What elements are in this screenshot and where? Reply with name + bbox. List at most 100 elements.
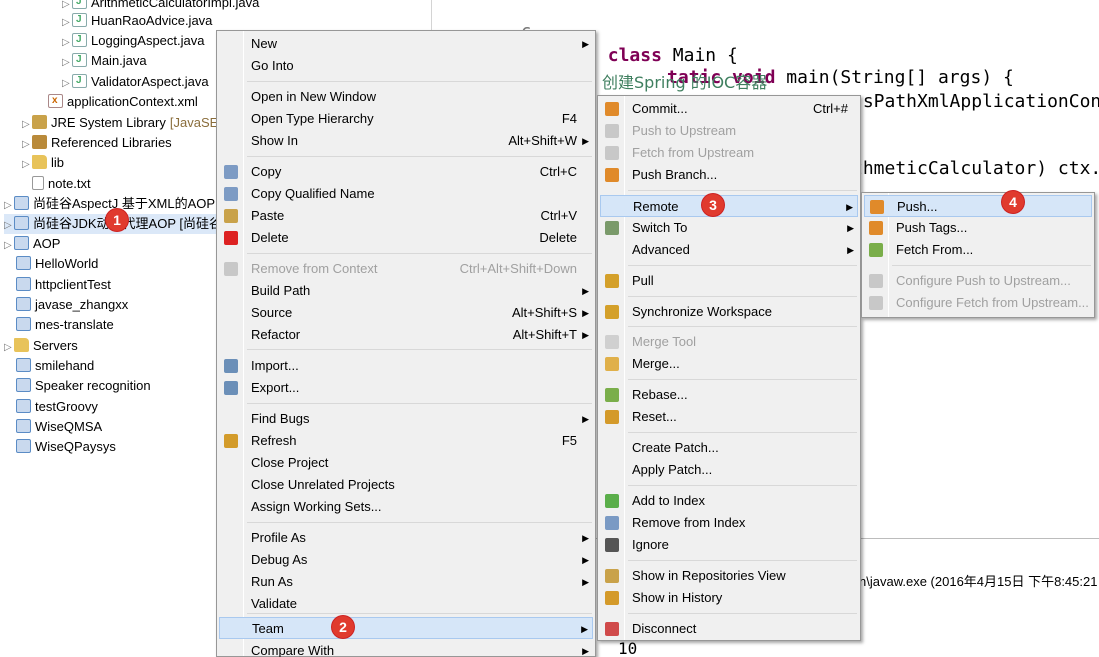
menu-item-import[interactable]: Import... xyxy=(219,355,593,377)
menu-item-label: Push Branch... xyxy=(632,167,718,182)
expand-arrow-icon[interactable]: ▷ xyxy=(22,115,32,135)
menu-item-label: Pull xyxy=(632,273,654,288)
tree-item[interactable]: WiseQMSA xyxy=(16,417,102,437)
menu-item-add-to-index[interactable]: Add to Index xyxy=(600,490,858,512)
expand-arrow-icon[interactable]: ▷ xyxy=(22,135,32,155)
menu-item-create-patch[interactable]: Create Patch... xyxy=(600,437,858,459)
expand-arrow-icon[interactable]: ▷ xyxy=(62,33,72,53)
menu-item-source[interactable]: Source Alt+Shift+S ▶ xyxy=(219,302,593,324)
menu-item-configure-fetch-from-upstream[interactable]: Configure Fetch from Upstream... xyxy=(864,292,1092,314)
expand-arrow-icon[interactable]: ▷ xyxy=(4,236,14,256)
menu-item-push-tags[interactable]: Push Tags... xyxy=(864,217,1092,239)
menu-item-refactor[interactable]: Refactor Alt+Shift+T ▶ xyxy=(219,324,593,346)
tree-item[interactable]: ▷ Servers xyxy=(4,336,78,356)
menu-item-copy[interactable]: Copy Ctrl+C xyxy=(219,161,593,183)
rebase-icon xyxy=(605,388,619,402)
tree-item[interactable]: ▷ Referenced Libraries xyxy=(22,133,172,153)
tree-item[interactable]: applicationContext.xml xyxy=(48,91,198,112)
menu-item-remove-from-index[interactable]: Remove from Index xyxy=(600,512,858,534)
menu-item-validate[interactable]: Validate xyxy=(219,593,593,615)
menu-item-go-into[interactable]: Go Into xyxy=(219,55,593,77)
menu-item-push-branch[interactable]: Push Branch... xyxy=(600,164,858,186)
menu-item-profile-as[interactable]: Profile As ▶ xyxy=(219,527,593,549)
menu-item-assign-working-sets[interactable]: Assign Working Sets... xyxy=(219,496,593,518)
menu-item-show-in[interactable]: Show In Alt+Shift+W ▶ xyxy=(219,130,593,152)
menu-item-disconnect[interactable]: Disconnect xyxy=(600,618,858,640)
submenu-arrow-icon: ▶ xyxy=(582,330,589,340)
tree-item[interactable]: testGroovy xyxy=(16,397,98,417)
menu-item-merge[interactable]: Merge... xyxy=(600,353,858,375)
tree-item[interactable]: ▷ lib xyxy=(22,153,64,173)
menu-item-push-to-upstream[interactable]: Push to Upstream xyxy=(600,120,858,142)
menu-item-commit[interactable]: Commit... Ctrl+# xyxy=(600,98,858,120)
menu-item-refresh[interactable]: Refresh F5 xyxy=(219,430,593,452)
tree-item[interactable]: ▷ Main.java xyxy=(62,50,147,73)
menu-item-open-type-hierarchy[interactable]: Open Type Hierarchy F4 xyxy=(219,108,593,130)
menu-item-synchronize-workspace[interactable]: Synchronize Workspace xyxy=(600,301,858,323)
menu-item-show-in-repositories-view[interactable]: Show in Repositories View xyxy=(600,565,858,587)
menu-item-run-as[interactable]: Run As ▶ xyxy=(219,571,593,593)
menu-item-reset[interactable]: Reset... xyxy=(600,406,858,428)
project-icon xyxy=(16,277,31,291)
menu-item-ignore[interactable]: Ignore xyxy=(600,534,858,556)
menu-item-fetch-from-upstream[interactable]: Fetch from Upstream xyxy=(600,142,858,164)
menu-item-advanced[interactable]: Advanced ▶ xyxy=(600,239,858,261)
menu-item-label: Show In xyxy=(251,133,298,148)
menu-item-apply-patch[interactable]: Apply Patch... xyxy=(600,459,858,481)
menu-item-close-project[interactable]: Close Project xyxy=(219,452,593,474)
menu-item-remove-from-context[interactable]: Remove from Context Ctrl+Alt+Shift+Down xyxy=(219,258,593,280)
menu-item-switch-to[interactable]: Switch To ▶ xyxy=(600,217,858,239)
menu-item-paste[interactable]: Paste Ctrl+V xyxy=(219,205,593,227)
tree-item[interactable]: HelloWorld xyxy=(16,254,98,274)
expand-arrow-icon[interactable]: ▷ xyxy=(4,196,14,216)
console-bottom-text: 10 xyxy=(618,639,638,657)
pull-icon xyxy=(605,274,619,288)
menu-item-copy-qualified-name[interactable]: Copy Qualified Name xyxy=(219,183,593,205)
menu-item-compare-with[interactable]: Compare With ▶ xyxy=(219,640,593,657)
menu-item-debug-as[interactable]: Debug As ▶ xyxy=(219,549,593,571)
tree-item[interactable]: smilehand xyxy=(16,356,94,376)
menu-item-push[interactable]: Push... xyxy=(864,195,1092,217)
tree-item[interactable]: ▷ JRE System Library [JavaSE xyxy=(22,113,218,133)
submenu-arrow-icon: ▶ xyxy=(582,39,589,49)
tree-item[interactable]: httpclientTest xyxy=(16,275,111,295)
menu-item-label: Refactor xyxy=(251,327,301,342)
tree-item[interactable]: ▷ AOP xyxy=(4,234,60,254)
expand-arrow-icon[interactable]: ▷ xyxy=(22,155,32,175)
menu-item-label: Configure Push to Upstream... xyxy=(896,273,1071,288)
menu-item-team[interactable]: Team ▶ xyxy=(219,617,593,639)
menu-item-delete[interactable]: Delete Delete xyxy=(219,227,593,249)
expand-arrow-icon[interactable]: ▷ xyxy=(4,216,14,236)
menu-item-rebase[interactable]: Rebase... xyxy=(600,384,858,406)
menu-item-configure-push-to-upstream[interactable]: Configure Push to Upstream... xyxy=(864,270,1092,292)
menu-item-new[interactable]: New ▶ xyxy=(219,33,593,55)
menu-item-close-unrelated-projects[interactable]: Close Unrelated Projects xyxy=(219,474,593,496)
menu-item-pull[interactable]: Pull xyxy=(600,270,858,292)
menu-item-remote[interactable]: Remote ▶ xyxy=(600,195,858,217)
tree-item[interactable]: WiseQPaysys xyxy=(16,437,116,457)
tree-item[interactable]: ▷ HuanRaoAdvice.java xyxy=(62,10,212,33)
menu-item-label: Switch To xyxy=(632,220,688,235)
menu-item-merge-tool[interactable]: Merge Tool xyxy=(600,331,858,353)
expand-arrow-icon[interactable]: ▷ xyxy=(62,13,72,33)
tree-item[interactable]: javase_zhangxx xyxy=(16,295,128,315)
menu-item-build-path[interactable]: Build Path ▶ xyxy=(219,280,593,302)
expand-arrow-icon[interactable]: ▷ xyxy=(62,74,72,94)
menu-item-label: Advanced xyxy=(632,242,690,257)
tree-item[interactable]: Speaker recognition xyxy=(16,376,151,396)
expand-arrow-icon[interactable]: ▷ xyxy=(4,338,14,358)
menu-item-open-in-new-window[interactable]: Open in New Window xyxy=(219,86,593,108)
expand-arrow-icon[interactable]: ▷ xyxy=(62,53,72,73)
submenu-arrow-icon: ▶ xyxy=(582,286,589,296)
tree-item[interactable]: mes-translate xyxy=(16,315,114,335)
menu-item-label: Open Type Hierarchy xyxy=(251,111,374,126)
menu-item-show-in-history[interactable]: Show in History xyxy=(600,587,858,609)
submenu-arrow-icon: ▶ xyxy=(846,202,853,212)
menu-item-find-bugs[interactable]: Find Bugs ▶ xyxy=(219,408,593,430)
menu-item-export[interactable]: Export... xyxy=(219,377,593,399)
menu-item-label: Configure Fetch from Upstream... xyxy=(896,295,1089,310)
tree-item[interactable]: note.txt xyxy=(32,174,91,194)
tree-item[interactable]: ▷ ValidatorAspect.java xyxy=(62,71,209,94)
tree-item[interactable]: ▷ LoggingAspect.java xyxy=(62,30,204,53)
menu-item-fetch-from[interactable]: Fetch From... xyxy=(864,239,1092,261)
